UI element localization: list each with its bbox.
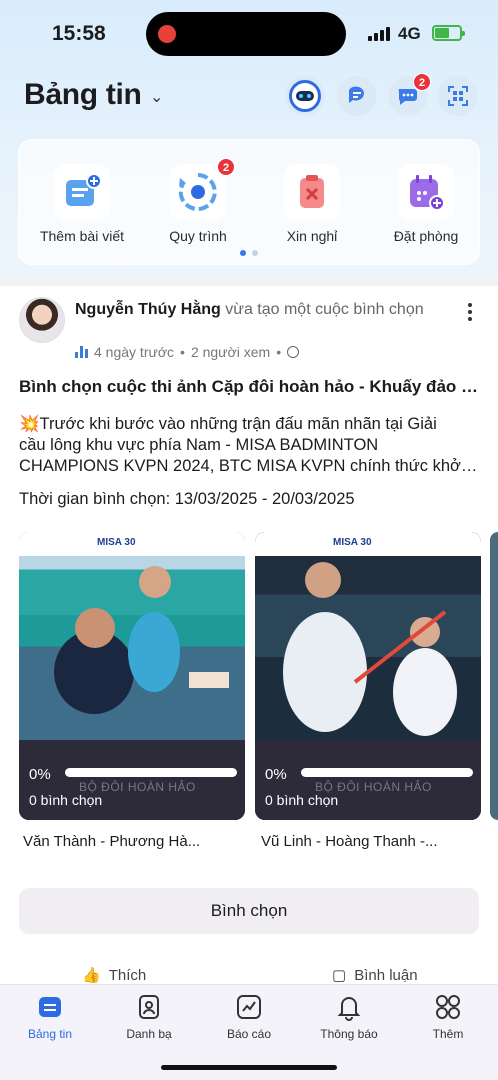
messages-badge: 2 xyxy=(413,73,431,91)
poll-banner: MISA 30 xyxy=(255,532,481,556)
poll-vote-count: 0 bình chọn xyxy=(29,792,103,808)
thumbs-up-icon: 👍 xyxy=(82,967,101,984)
post-body-line: cầu lông khu vực phía Nam - MISA BADMINT… xyxy=(19,436,379,454)
author-name[interactable]: Nguyễn Thúy Hằng xyxy=(75,301,221,318)
comment-icon: ▢ xyxy=(332,967,347,984)
post-header: Nguyễn Thúy Hằng vừa tạo một cuộc bình c… xyxy=(75,299,455,320)
post-time: 4 ngày trước xyxy=(94,344,175,360)
quick-action-leave[interactable]: Xin nghỉ xyxy=(257,164,367,244)
report-icon xyxy=(235,993,263,1021)
post-views[interactable]: 2 người xem xyxy=(191,344,270,360)
room-booking-icon xyxy=(398,164,454,220)
more-grid-icon xyxy=(434,993,462,1021)
poll-option-card-partial[interactable] xyxy=(490,532,498,820)
page-title[interactable]: Bảng tin xyxy=(24,78,142,112)
poll-option-photo xyxy=(255,532,481,740)
poll-percent: 0% xyxy=(29,766,51,783)
add-post-icon xyxy=(54,164,110,220)
tab-label: Thêm xyxy=(432,1027,464,1041)
quick-action-label: Xin nghỉ xyxy=(286,228,338,244)
vote-button[interactable]: Bình chọn xyxy=(19,888,479,934)
more-options-icon[interactable] xyxy=(468,303,472,321)
quick-action-add-post[interactable]: Thêm bài viết xyxy=(27,164,137,244)
tab-notifications[interactable]: Thông báo xyxy=(299,993,399,1041)
post-meta: 4 ngày trước • 2 người xem • xyxy=(75,344,300,360)
vote-period: Thời gian bình chọn: 13/03/2025 - 20/03/… xyxy=(19,490,355,508)
post-action-text: vừa tạo một cuộc bình chọn xyxy=(220,301,424,318)
event-logo: MISA 30 xyxy=(97,537,136,548)
quick-action-process[interactable]: 2 Quy trình xyxy=(143,158,253,244)
poll-option-name[interactable]: Vũ Linh - Hoàng Thanh -... xyxy=(261,833,477,850)
poll-option-card[interactable]: MISA 30 BỘ ĐÔI HOÀN HẢO 0% 0 bình chọn xyxy=(19,532,245,820)
tab-label: Thông báo xyxy=(320,1027,378,1041)
quick-actions-card: Thêm bài viết 2 Quy trình Xin nghỉ Đặt p… xyxy=(18,139,480,265)
author-avatar[interactable] xyxy=(19,297,65,343)
poll-banner: MISA 30 xyxy=(19,532,245,556)
quick-action-label: Quy trình xyxy=(169,228,227,244)
scan-button[interactable] xyxy=(438,76,478,116)
section-divider xyxy=(0,278,498,286)
like-label: Thích xyxy=(108,966,147,984)
comment-button[interactable]: ▢ Bình luận xyxy=(332,966,418,985)
poll-option-name[interactable]: Văn Thành - Phương Hà... xyxy=(23,833,239,850)
tab-label: Báo cáo xyxy=(226,1027,272,1041)
post-body[interactable]: 💥Trước khi bước vào những trận đấu mãn n… xyxy=(19,414,481,477)
poll-option-card[interactable]: MISA 30 BỘ ĐÔI HOÀN HẢO 0% 0 bình chọn xyxy=(255,532,481,820)
process-badge: 2 xyxy=(217,158,235,176)
event-logo: MISA 30 xyxy=(333,537,372,548)
like-button[interactable]: 👍 Thích xyxy=(82,966,147,985)
leave-request-icon xyxy=(284,164,340,220)
comment-label: Bình luận xyxy=(354,966,418,984)
tab-contacts[interactable]: Danh bạ xyxy=(99,993,199,1041)
poll-percent: 0% xyxy=(265,766,287,783)
poll-option-photo xyxy=(19,532,245,740)
qr-scan-icon xyxy=(448,86,468,106)
quick-action-room-booking[interactable]: Đặt phòng xyxy=(371,164,481,244)
status-time: 15:58 xyxy=(52,22,106,45)
home-indicator xyxy=(161,1065,337,1070)
robot-icon xyxy=(289,80,321,112)
post-body-line: CHAMPIONS KVPN 2024, BTC MISA KVPN chính… xyxy=(19,457,481,475)
tab-reports[interactable]: Báo cáo xyxy=(199,993,299,1041)
chevron-down-icon[interactable]: ⌄ xyxy=(150,87,163,107)
bell-icon xyxy=(335,993,363,1021)
signal-icon xyxy=(368,27,390,41)
network-type: 4G xyxy=(398,24,421,43)
views-chart-icon xyxy=(75,346,88,358)
poll-vote-count: 0 bình chọn xyxy=(265,792,339,808)
process-icon xyxy=(170,164,226,220)
post-body-line: 💥Trước khi bước vào những trận đấu mãn n… xyxy=(19,415,437,433)
quick-action-label: Đặt phòng xyxy=(393,228,459,244)
tab-label: Bảng tin xyxy=(27,1027,73,1041)
dynamic-island xyxy=(146,12,346,56)
meta-separator: • xyxy=(180,344,185,360)
poll-progress-bar xyxy=(301,768,473,777)
page-indicator[interactable] xyxy=(19,250,479,256)
ai-assistant-button[interactable] xyxy=(285,76,325,116)
poll-progress-bar xyxy=(65,768,237,777)
globe-icon xyxy=(287,346,300,358)
newsfeed-icon xyxy=(36,993,64,1021)
tab-more[interactable]: Thêm xyxy=(398,993,498,1041)
post-title: Bình chọn cuộc thi ảnh Cặp đôi hoàn hảo … xyxy=(19,377,479,396)
battery-icon xyxy=(432,25,465,41)
tab-newsfeed[interactable]: Bảng tin xyxy=(0,993,100,1041)
meta-separator: • xyxy=(276,344,282,360)
tab-label: Danh bạ xyxy=(126,1027,172,1041)
quick-action-label: Thêm bài viết xyxy=(39,228,125,244)
recording-indicator-icon xyxy=(158,25,176,43)
search-icon xyxy=(349,86,364,103)
search-button[interactable] xyxy=(337,76,377,116)
contacts-icon xyxy=(135,993,163,1021)
